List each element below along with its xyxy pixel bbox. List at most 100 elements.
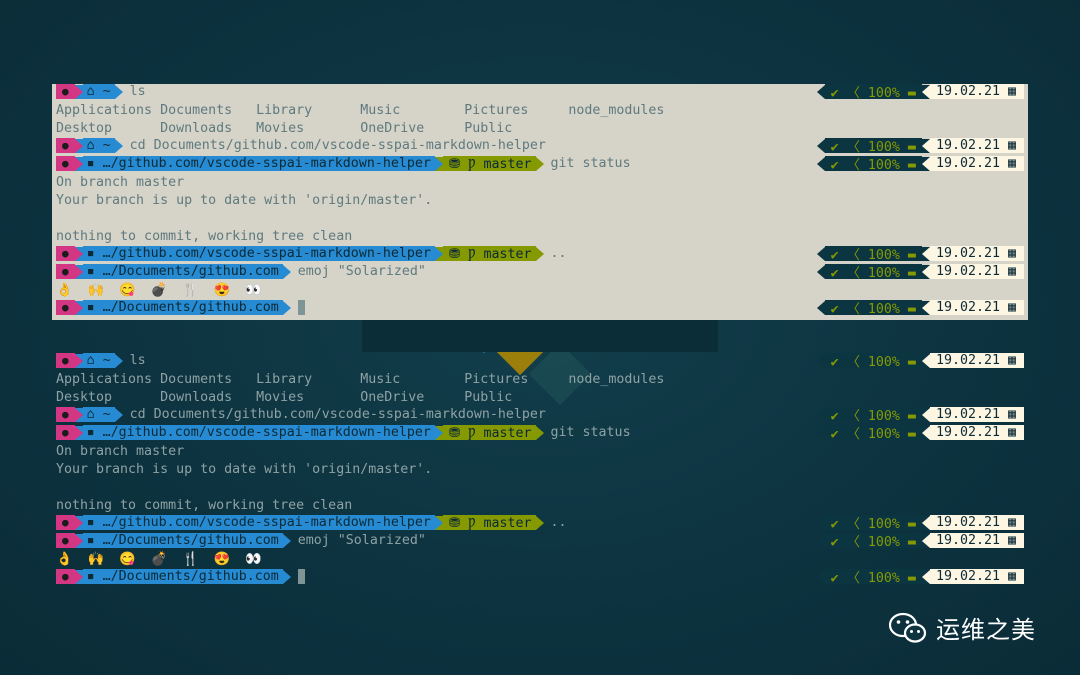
ok-hand-emoji: 👌 xyxy=(56,552,73,568)
folder-icon: ▪ xyxy=(82,246,99,261)
git-output: Your branch is up to date with 'origin/m… xyxy=(56,193,433,209)
home-segment: ⌂ ~ xyxy=(82,84,115,99)
prompt-line: ● ⌂ ~ ls ✔ 〈 100% ▬ 19.02.21 ▦ xyxy=(56,353,1024,371)
emoji-output: 👌 🙌 😋 💣 🍴 😍 👀 xyxy=(56,551,277,569)
raised-hands-emoji: 🙌 xyxy=(87,552,105,568)
directory-segment: …/github.com/vscode-sspai-markdown-helpe… xyxy=(98,156,435,171)
command-text: ls xyxy=(129,353,146,368)
date-segment: 19.02.21 ▦ xyxy=(929,425,1024,440)
command-text: cd Documents/github.com/vscode-sspai-mar… xyxy=(129,138,546,153)
git-output: Your branch is up to date with 'origin/m… xyxy=(56,462,433,478)
date-segment: 19.02.21 ▦ xyxy=(929,138,1024,153)
ok-hand-emoji: 👌 xyxy=(56,283,73,299)
command-text: git status xyxy=(550,156,631,171)
git-output: On branch master xyxy=(56,444,185,460)
apple-icon: ● xyxy=(56,515,75,530)
bomb-emoji: 💣 xyxy=(150,283,168,299)
ls-output-row: Desktop Downloads Movies OneDrive Public xyxy=(56,121,513,137)
date-segment: 19.02.21 ▦ xyxy=(929,533,1024,548)
status-segment: ✔ 〈 100% ▬ xyxy=(824,353,922,370)
apple-icon: ● xyxy=(56,246,75,261)
prompt-line: ● ▪ …/Documents/github.com emoj "Solariz… xyxy=(56,264,1024,282)
apple-icon: ● xyxy=(56,300,75,315)
status-segment: ✔ 〈 100% ▬ xyxy=(824,515,922,532)
status-segment: ✔ 〈 100% ▬ xyxy=(824,300,922,317)
heart-eyes-emoji: 😍 xyxy=(213,283,231,299)
apple-icon: ● xyxy=(56,407,75,422)
git-output: nothing to commit, working tree clean xyxy=(56,498,353,514)
date-segment: 19.02.21 ▦ xyxy=(929,515,1024,530)
fork-emoji: 🍴 xyxy=(182,552,199,568)
status-segment: ✔ 〈 100% ▬ xyxy=(824,533,922,550)
prompt-line: ● ▪ …/github.com/vscode-sspai-markdown-h… xyxy=(56,156,1024,174)
terminal-solarized-light[interactable]: ● ⌂ ~ ls ✔ 〈 100% ▬ 19.02.21 ▦ Applicati… xyxy=(52,84,1028,320)
eyes-emoji: 👀 xyxy=(245,283,262,299)
command-text: .. xyxy=(550,246,567,261)
date-segment: 19.02.21 ▦ xyxy=(929,353,1024,368)
folder-icon: ▪ xyxy=(82,264,99,279)
yum-emoji: 😋 xyxy=(119,283,136,299)
prompt-line[interactable]: ● ▪ …/Documents/github.com ✔ 〈 100% ▬ 19… xyxy=(56,300,1024,318)
ls-output-row: Applications Documents Library Music Pic… xyxy=(56,372,665,388)
directory-segment: …/github.com/vscode-sspai-markdown-helpe… xyxy=(98,515,435,530)
status-segment: ✔ 〈 100% ▬ xyxy=(824,84,922,101)
folder-icon: ▪ xyxy=(82,300,99,315)
prompt-line[interactable]: ● ▪ …/Documents/github.com ✔ 〈 100% ▬ 19… xyxy=(56,569,1024,587)
command-text: git status xyxy=(550,425,631,440)
status-segment: ✔ 〈 100% ▬ xyxy=(824,156,922,173)
eyes-emoji: 👀 xyxy=(245,552,262,568)
date-segment: 19.02.21 ▦ xyxy=(929,246,1024,261)
ls-output-row: Desktop Downloads Movies OneDrive Public xyxy=(56,390,513,406)
status-segment: ✔ 〈 100% ▬ xyxy=(824,138,922,155)
apple-icon: ● xyxy=(56,84,75,99)
directory-segment: …/Documents/github.com xyxy=(98,300,283,315)
command-text: cd Documents/github.com/vscode-sspai-mar… xyxy=(129,407,546,422)
raised-hands-emoji: 🙌 xyxy=(87,283,105,299)
emoji-output: 👌 🙌 😋 💣 🍴 😍 👀 xyxy=(56,282,277,300)
home-segment: ⌂ ~ xyxy=(82,138,115,153)
date-segment: 19.02.21 ▦ xyxy=(929,300,1024,315)
prompt-line: ● ▪ …/Documents/github.com emoj "Solariz… xyxy=(56,533,1024,551)
directory-segment: …/Documents/github.com xyxy=(98,533,283,548)
fork-emoji: 🍴 xyxy=(182,283,199,299)
heart-eyes-emoji: 😍 xyxy=(213,552,231,568)
folder-icon: ▪ xyxy=(82,515,99,530)
git-output: nothing to commit, working tree clean xyxy=(56,229,353,245)
date-segment: 19.02.21 ▦ xyxy=(929,407,1024,422)
prompt-line: ● ⌂ ~ ls ✔ 〈 100% ▬ 19.02.21 ▦ xyxy=(56,84,1024,102)
terminal-cursor[interactable] xyxy=(297,300,305,315)
ls-output-row: Applications Documents Library Music Pic… xyxy=(56,103,665,119)
date-segment: 19.02.21 ▦ xyxy=(929,156,1024,171)
watermark-text: 运维之美 xyxy=(936,616,1036,644)
watermark: 运维之美 xyxy=(888,610,1036,645)
prompt-line: ● ▪ …/github.com/vscode-sspai-markdown-h… xyxy=(56,425,1024,443)
date-segment: 19.02.21 ▦ xyxy=(929,569,1024,584)
apple-icon: ● xyxy=(56,353,75,368)
command-text: emoj "Solarized" xyxy=(297,264,426,279)
git-branch-segment: ⛃ Ƿ master xyxy=(442,246,536,262)
status-segment: ✔ 〈 100% ▬ xyxy=(824,246,922,263)
directory-segment: …/Documents/github.com xyxy=(98,264,283,279)
terminal-cursor[interactable] xyxy=(297,569,305,584)
status-segment: ✔ 〈 100% ▬ xyxy=(824,569,922,586)
folder-icon: ▪ xyxy=(82,156,99,171)
home-segment: ⌂ ~ xyxy=(82,353,115,368)
decor-panel xyxy=(362,320,718,352)
apple-icon: ● xyxy=(56,425,75,440)
date-segment: 19.02.21 ▦ xyxy=(929,84,1024,99)
terminal-solarized-dark[interactable]: ● ⌂ ~ ls ✔ 〈 100% ▬ 19.02.21 ▦ Applicati… xyxy=(52,353,1028,589)
bomb-emoji: 💣 xyxy=(150,552,168,568)
folder-icon: ▪ xyxy=(82,569,99,584)
status-segment: ✔ 〈 100% ▬ xyxy=(824,407,922,424)
apple-icon: ● xyxy=(56,264,75,279)
wechat-icon xyxy=(888,612,927,643)
home-segment: ⌂ ~ xyxy=(82,407,115,422)
command-text: ls xyxy=(129,84,146,99)
directory-segment: …/github.com/vscode-sspai-markdown-helpe… xyxy=(98,425,435,440)
directory-segment: …/github.com/vscode-sspai-markdown-helpe… xyxy=(98,246,435,261)
directory-segment: …/Documents/github.com xyxy=(98,569,283,584)
apple-icon: ● xyxy=(56,533,75,548)
apple-icon: ● xyxy=(56,569,75,584)
status-segment: ✔ 〈 100% ▬ xyxy=(824,264,922,281)
apple-icon: ● xyxy=(56,156,75,171)
